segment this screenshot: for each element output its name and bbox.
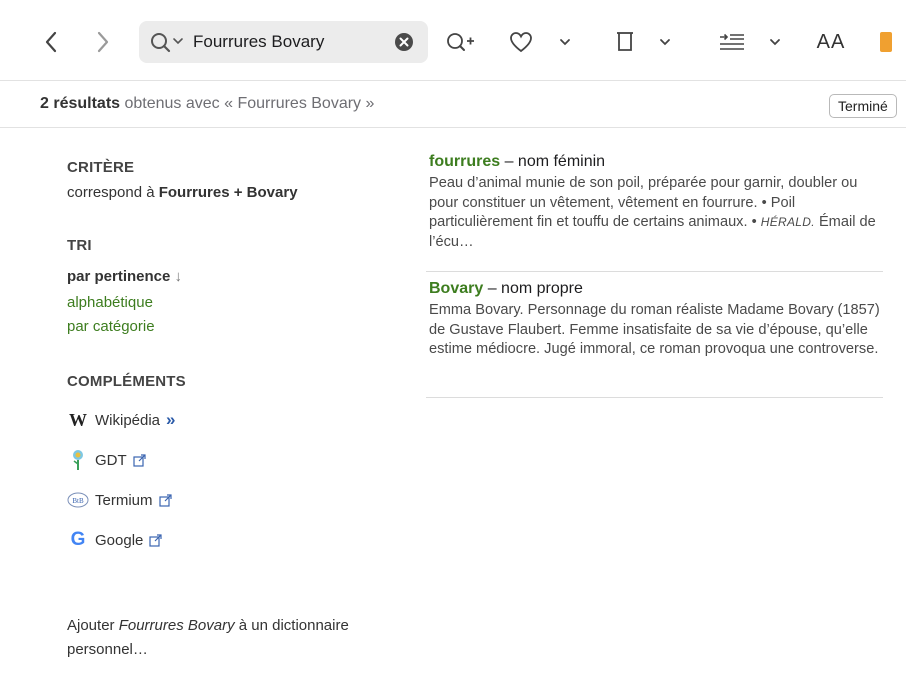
search-input[interactable]: Fourrures Bovary [193,32,324,52]
sort-option-category[interactable]: par catégorie [67,318,155,335]
complement-google[interactable]: G Google [67,529,162,551]
termium-icon: BtB [67,492,89,508]
results-query: obtenus avec « Fourrures Bovary » [120,95,375,112]
favorite-button[interactable] [506,26,536,58]
trash-icon [617,32,633,51]
search-icon[interactable] [149,31,187,58]
chevron-down-icon [770,39,780,46]
bookmark-icon [880,32,892,52]
complement-gdt[interactable]: GDT [67,449,146,471]
svg-text:BtB: BtB [72,497,84,505]
google-icon: G [70,529,86,550]
results-summary: 2 résultats obtenus avec « Fourrures Bov… [40,95,374,113]
external-link-icon [149,533,162,547]
entry-header: fourrures – nom féminin [429,153,881,171]
entry-category: – nom féminin [500,153,606,170]
entry-header: Bovary – nom propre [429,280,881,298]
sort-arrow-icon: ↓ [174,268,183,285]
divider [426,397,883,398]
clear-search-icon[interactable] [395,33,413,56]
zoom-in-icon [447,33,474,51]
entry-definition: Peau d’animal munie de son poil, préparé… [429,174,881,252]
search-field[interactable]: Fourrures Bovary [139,21,428,63]
done-button[interactable]: Terminé [829,94,897,118]
favorite-menu-button[interactable] [556,33,574,51]
result-entry[interactable]: Bovary – nom propre Emma Bovary. Personn… [429,280,881,360]
complement-google-label: Google [95,531,144,549]
add-term: Fourrures Bovary [118,617,235,634]
chevron-down-icon [660,39,670,46]
sort-active-label: par pertinence [67,268,171,285]
toolbar: Fourrures Bovary AA [0,0,906,80]
font-size-icon: AA [816,30,846,53]
chevron-right-icon [97,31,109,53]
zoom-in-button[interactable] [442,26,478,58]
results-bar: 2 résultats obtenus avec « Fourrures Bov… [0,80,906,128]
sort-option-alphabetical[interactable]: alphabétique [67,294,153,311]
double-chevron-icon: » [166,410,176,429]
definition-source: HÉRALD. [760,215,815,229]
font-size-button[interactable]: AA [812,28,850,56]
complement-gdt-label: GDT [95,451,127,469]
external-link-icon [133,453,146,467]
add-prefix: Ajouter [67,617,119,634]
result-entry[interactable]: fourrures – nom féminin Peau d’animal mu… [429,153,881,252]
external-link-icon [158,493,172,507]
complements-title: COMPLÉMENTS [67,373,186,390]
criteria-prefix: correspond à [67,184,159,201]
sort-title: TRI [67,237,92,254]
wikipedia-icon: W [69,409,87,430]
bookmark-button[interactable] [876,28,896,56]
results-count: 2 résultats [40,95,121,112]
gdt-icon [67,449,89,471]
entry-headword: fourrures [429,153,501,170]
complement-termium-label: Termium [95,491,153,509]
heart-icon [510,32,532,53]
entry-headword: Bovary [429,280,484,297]
delete-menu-button[interactable] [656,33,674,51]
criteria-title: CRITÈRE [67,159,135,176]
divider [426,271,883,272]
forward-button[interactable] [88,27,118,57]
chevron-down-icon [560,39,570,46]
entry-definition: Emma Bovary. Personnage du roman réalist… [429,302,880,357]
sort-option-relevance[interactable]: par pertinence ↓ [67,268,182,285]
complement-wikipedia[interactable]: W Wikipédia » [67,409,176,431]
add-to-dictionary-link[interactable]: Ajouter Fourrures Bovary à un dictionnai… [67,614,367,662]
delete-button[interactable] [611,25,639,57]
complement-termium[interactable]: BtB Termium [67,489,172,511]
back-button[interactable] [36,27,66,57]
insert-button[interactable] [714,27,748,57]
criteria-terms: Fourrures + Bovary [158,184,298,201]
insert-menu-button[interactable] [766,33,784,51]
complement-wikipedia-label: Wikipédia [95,411,161,429]
chevron-left-icon [45,31,57,53]
insert-icon [720,33,744,50]
criteria-text: correspond à Fourrures + Bovary [67,184,298,201]
entry-category: – nom propre [483,280,583,297]
